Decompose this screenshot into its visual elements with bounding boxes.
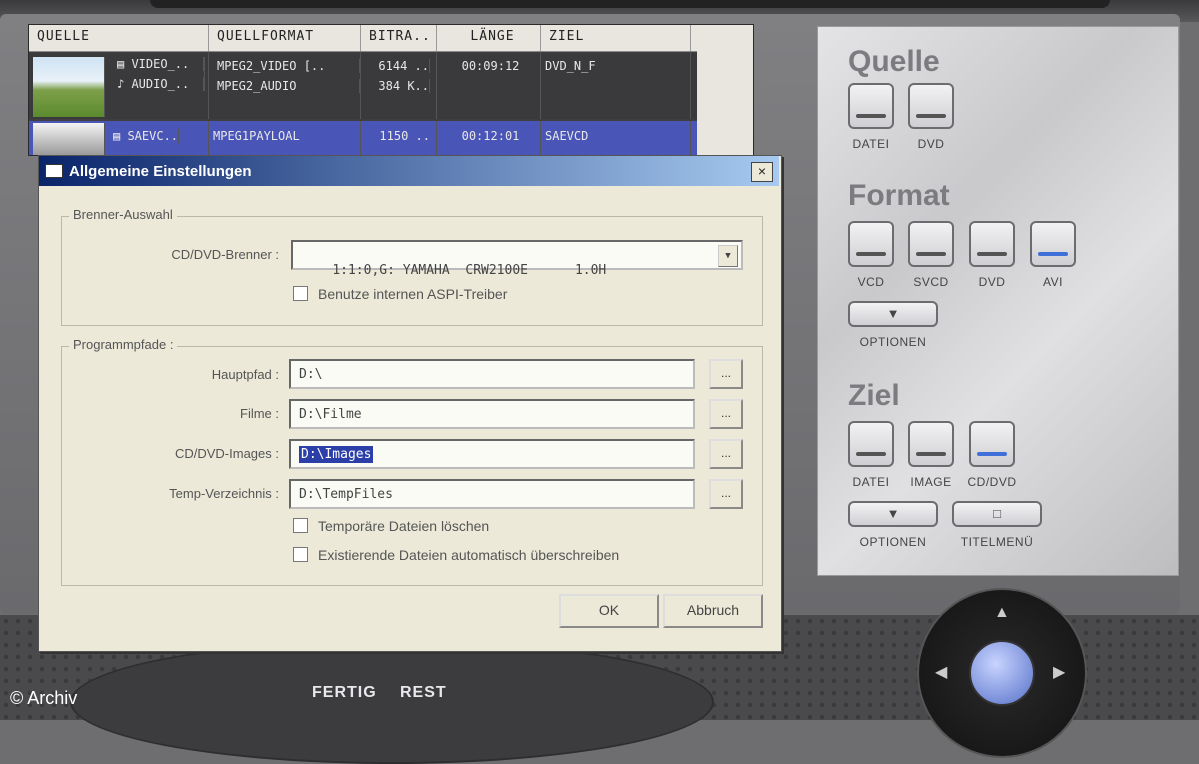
fertig-label: FERTIG: [312, 684, 377, 701]
temp-label: Temp-Verzeichnis :: [169, 486, 279, 501]
quelle-dvd-button[interactable]: [908, 83, 954, 129]
format-options-label: OPTIONEN: [859, 335, 927, 349]
format-avi-button[interactable]: [1030, 221, 1076, 267]
temp-input[interactable]: D:\TempFiles: [289, 479, 695, 509]
dialog-title: Allgemeine Einstellungen: [69, 163, 252, 180]
video-stream-icon: ▤: [113, 129, 128, 143]
column-laenge[interactable]: LÄNGE: [437, 25, 541, 51]
overwrite-checkbox[interactable]: Existierende Dateien automatisch übersch…: [293, 547, 619, 563]
ziel-cddvd-label: CD/DVD: [967, 475, 1017, 489]
joystick-center-button[interactable]: [969, 640, 1035, 706]
audio-stream-icon: ♪: [117, 77, 132, 91]
square-icon: □: [993, 506, 1001, 521]
aspi-checkbox[interactable]: Benutze internen ASPI-Treiber: [293, 286, 507, 302]
format-dvd-button[interactable]: [969, 221, 1015, 267]
filme-label: Filme :: [240, 406, 279, 421]
images-input[interactable]: D:\Images: [289, 439, 695, 469]
close-button[interactable]: ×: [751, 162, 773, 182]
hauptpfad-label: Hauptpfad :: [211, 367, 279, 382]
control-panel: Quelle DATEI DVD Format VCD SVCD DVD AVI…: [817, 26, 1179, 576]
hauptpfad-browse-button[interactable]: ...: [709, 359, 743, 389]
triangle-down-icon: ▼: [886, 306, 900, 321]
images-label: CD/DVD-Images :: [174, 446, 279, 461]
format-svcd-button[interactable]: [908, 221, 954, 267]
filme-input[interactable]: D:\Filme: [289, 399, 695, 429]
section-title-format: Format: [848, 179, 950, 212]
copyright-watermark: © Archiv: [10, 688, 78, 708]
column-ziel[interactable]: ZIEL: [541, 25, 691, 51]
hauptpfad-input[interactable]: D:\: [289, 359, 695, 389]
ziel-cddvd-button[interactable]: [969, 421, 1015, 467]
dialog-titlebar[interactable]: Allgemeine Einstellungen ×: [39, 156, 779, 186]
temp-browse-button[interactable]: ...: [709, 479, 743, 509]
ziel-options-label: OPTIONEN: [859, 535, 927, 549]
section-title-ziel: Ziel: [848, 379, 900, 412]
brenner-label: CD/DVD-Brenner :: [171, 247, 279, 262]
ziel-options-button[interactable]: ▼: [848, 501, 938, 527]
format-vcd-button[interactable]: [848, 221, 894, 267]
brenner-group-label: Brenner-Auswahl: [69, 207, 177, 222]
video-thumbnail: [33, 123, 105, 155]
table-row-selected[interactable]: ▤ SAEVC.. MPEG1PAYLOAL 1150 .. 00:12:01 …: [29, 121, 721, 155]
filme-browse-button[interactable]: ...: [709, 399, 743, 429]
titelmenu-label: TITELMENÜ: [960, 535, 1034, 549]
pfade-group-label: Programmpfade :: [69, 337, 178, 352]
format-options-button[interactable]: ▼: [848, 301, 938, 327]
file-list: QUELLE QUELLFORMAT BITRA.. LÄNGE ZIEL ▤ …: [28, 24, 754, 156]
file-list-header: QUELLE QUELLFORMAT BITRA.. LÄNGE ZIEL: [29, 25, 753, 52]
column-quellformat[interactable]: QUELLFORMAT: [209, 25, 361, 51]
table-row[interactable]: ▤ VIDEO_.. ♪ AUDIO_.. MPEG2_VIDEO [.. MP…: [29, 53, 721, 119]
rest-label: REST: [400, 684, 447, 701]
quelle-dvd-label: DVD: [917, 137, 945, 151]
format-dvd-label: DVD: [978, 275, 1006, 289]
titelmenu-button[interactable]: □: [952, 501, 1042, 527]
settings-dialog: Allgemeine Einstellungen × Brenner-Auswa…: [38, 155, 782, 652]
ok-button[interactable]: OK: [559, 594, 659, 628]
arrow-right-icon[interactable]: ▶: [1053, 662, 1065, 682]
section-title-quelle: Quelle: [848, 45, 940, 78]
temp-delete-checkbox[interactable]: Temporäre Dateien löschen: [293, 518, 489, 534]
arrow-up-icon[interactable]: ▲: [994, 604, 1010, 622]
column-quelle[interactable]: QUELLE: [29, 25, 209, 51]
images-browse-button[interactable]: ...: [709, 439, 743, 469]
cancel-button[interactable]: Abbruch: [663, 594, 763, 628]
triangle-down-icon: ▼: [886, 506, 900, 521]
format-avi-label: AVI: [1043, 275, 1063, 289]
chevron-down-icon[interactable]: ▼: [718, 245, 738, 267]
arrow-left-icon[interactable]: ◀: [935, 662, 947, 682]
ziel-datei-button[interactable]: [848, 421, 894, 467]
window-icon: [45, 164, 63, 178]
list-scroll-area[interactable]: [697, 51, 753, 155]
quelle-datei-button[interactable]: [848, 83, 894, 129]
navigation-joystick[interactable]: ▲ ◀ ▶: [917, 588, 1087, 758]
brenner-select[interactable]: 1:1:0,G: YAMAHA CRW2100E 1.0H ▼: [291, 240, 743, 278]
ziel-image-label: IMAGE: [910, 475, 952, 489]
column-bitrate[interactable]: BITRA..: [361, 25, 437, 51]
ziel-image-button[interactable]: [908, 421, 954, 467]
format-svcd-label: SVCD: [913, 275, 949, 289]
video-thumbnail: [33, 57, 105, 117]
video-stream-icon: ▤: [117, 57, 132, 71]
status-display: [70, 640, 714, 764]
